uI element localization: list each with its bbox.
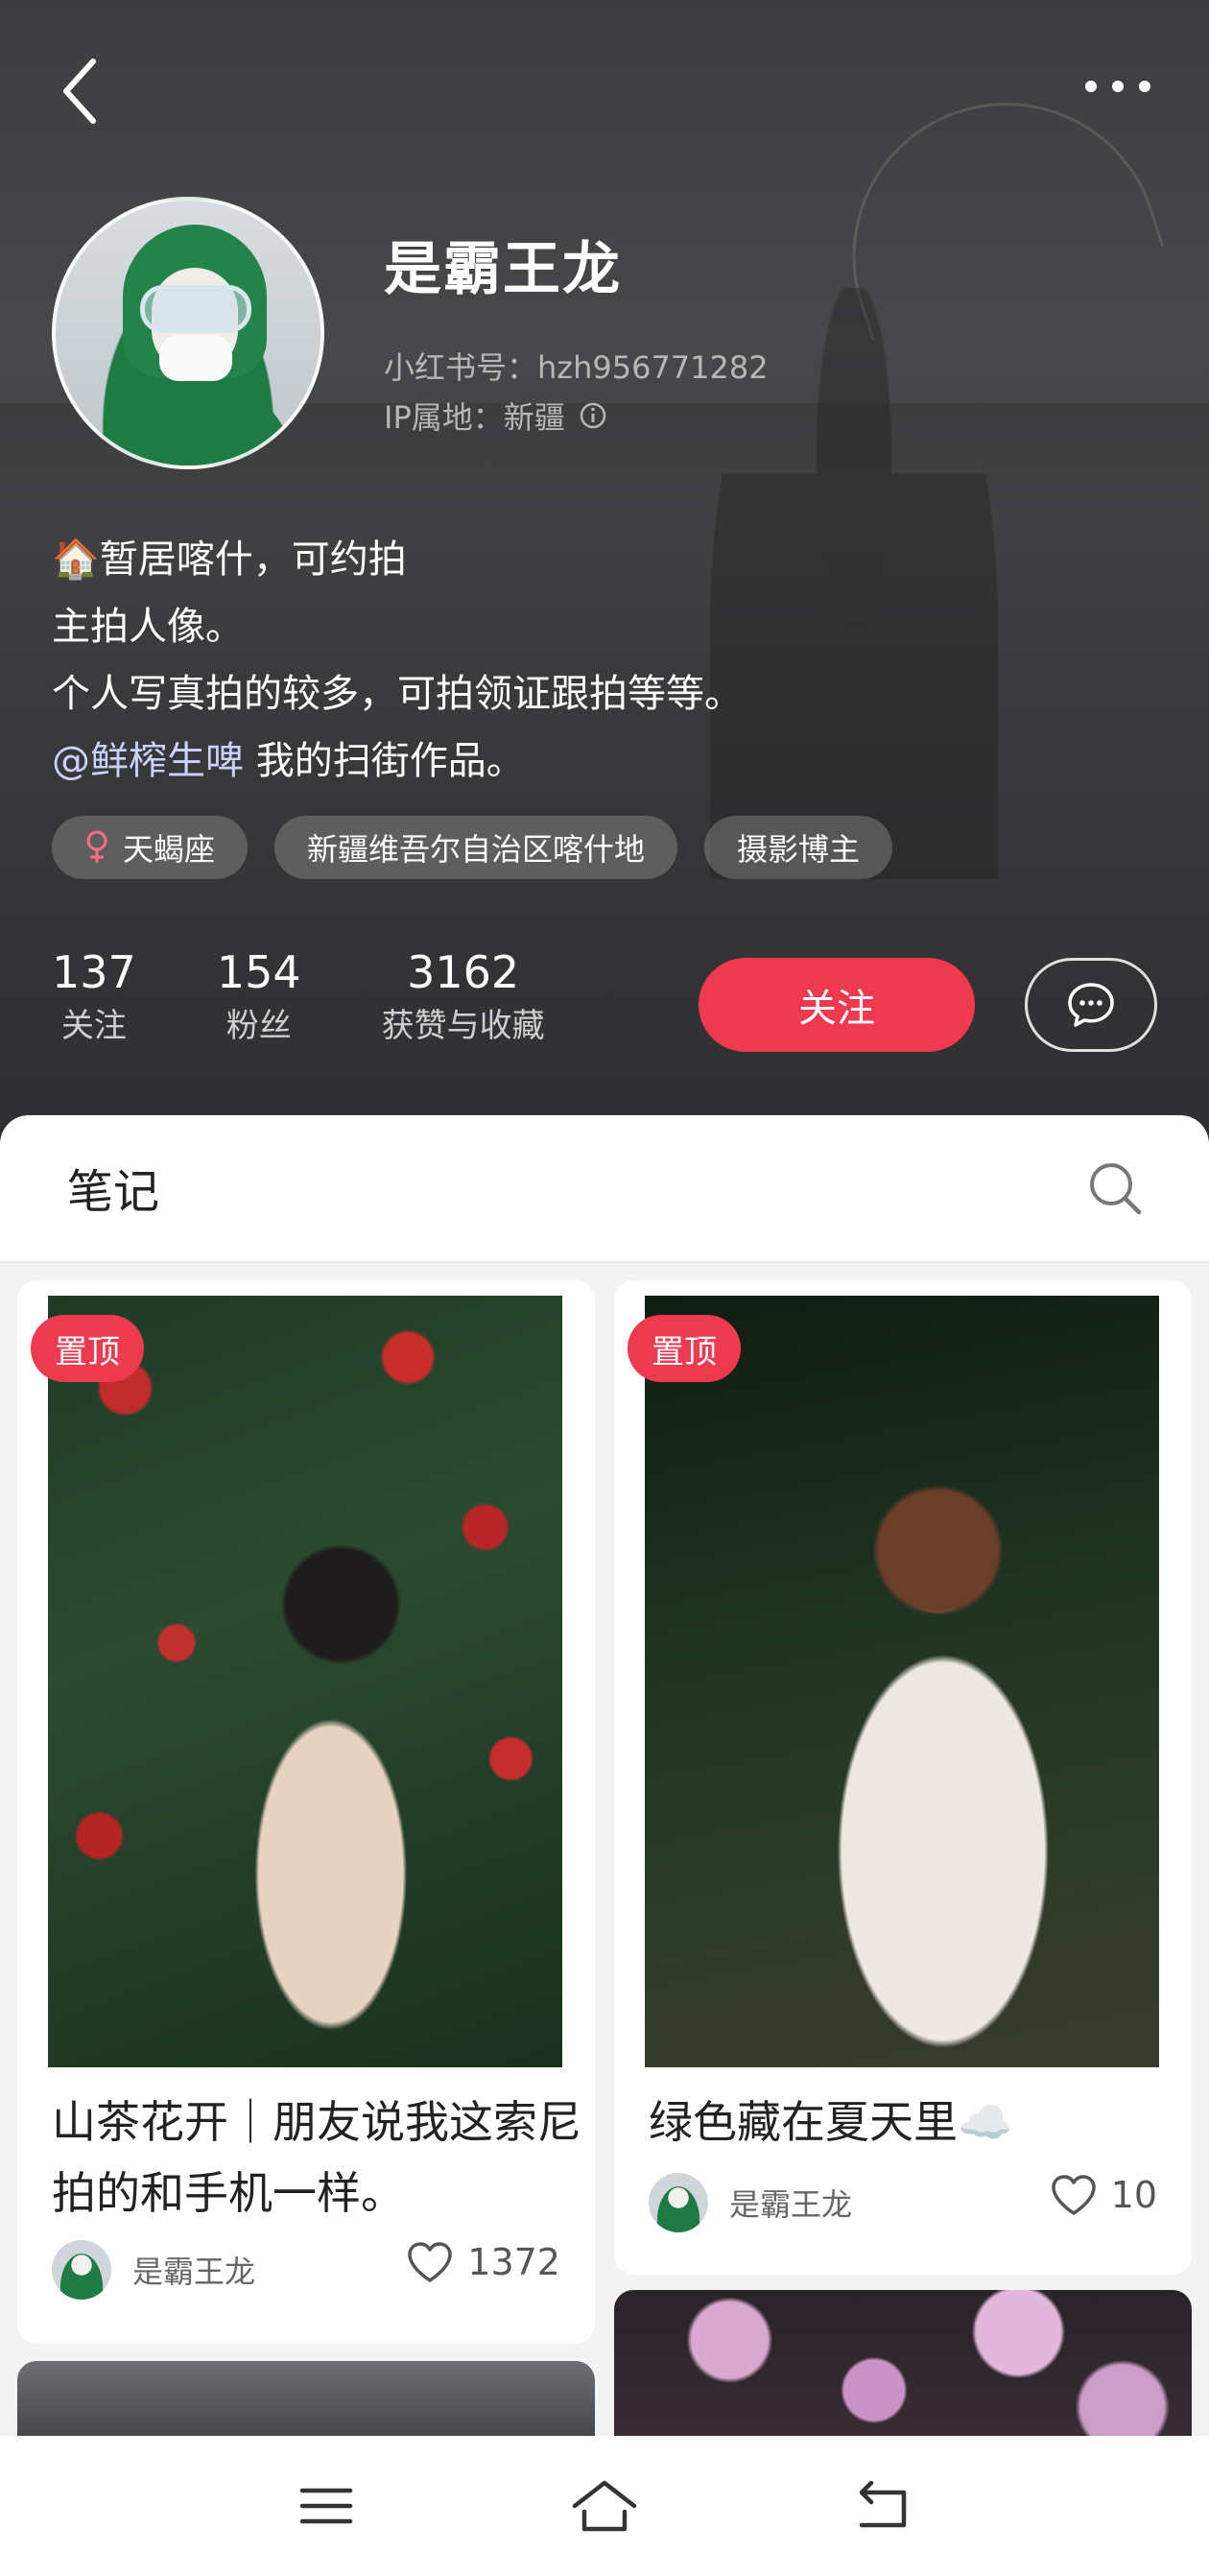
- stat-likes[interactable]: 3162 获赞与收藏: [382, 945, 545, 1053]
- pinned-badge: 置顶: [31, 1315, 144, 1382]
- notes-search-button[interactable]: [1084, 1157, 1151, 1225]
- more-horizontal-icon: [1085, 81, 1150, 92]
- heart-icon: [1051, 2175, 1096, 2215]
- note-author[interactable]: 是霸王龙: [649, 2173, 852, 2232]
- note-card[interactable]: 置顶 山茶花开｜朋友说我这索尼拍的和手机一样。 是霸王龙 1372: [17, 1280, 595, 2344]
- author-avatar: [52, 2240, 111, 2300]
- tab-notes[interactable]: 笔记: [67, 1154, 159, 1221]
- profile-name: 是霸王龙: [384, 236, 622, 303]
- profile-bio: 🏠暂居喀什，可约拍 主拍人像。 个人写真拍的较多，可拍领证跟拍等等。 @鲜榨生啤…: [52, 526, 1155, 795]
- followers-label: 粉丝: [225, 1007, 292, 1045]
- heart-icon: [408, 2242, 453, 2282]
- note-likes[interactable]: 1372: [406, 2240, 560, 2284]
- chevron-left-icon: [63, 59, 96, 124]
- notes-tab-bar: 笔记: [0, 1115, 1209, 1263]
- tag-role-label: 摄影博主: [737, 831, 861, 868]
- ip-location[interactable]: IP属地：新疆: [384, 394, 607, 438]
- message-button[interactable]: [1025, 958, 1157, 1052]
- menu-button[interactable]: [283, 2463, 369, 2549]
- profile-stats: 137 关注 154 粉丝 3162 获赞与收藏: [52, 945, 626, 1053]
- return-button[interactable]: [840, 2463, 926, 2549]
- following-count: 137: [52, 946, 136, 998]
- bio-line: 主拍人像。: [52, 605, 244, 649]
- home-icon: [572, 2480, 637, 2532]
- home-button[interactable]: [561, 2463, 648, 2549]
- bio-line: 个人写真拍的较多，可拍领证跟拍等等。: [52, 672, 743, 716]
- return-icon: [859, 2481, 907, 2528]
- tag-location[interactable]: 新疆维吾尔自治区喀什地: [274, 816, 678, 879]
- profile-header: 是霸王龙 小红书号：hzh956771282 IP属地：新疆 🏠暂居喀什，可约拍…: [0, 0, 1209, 1142]
- note-card-partial[interactable]: [614, 2290, 1192, 2457]
- xhs-id[interactable]: 小红书号：hzh956771282: [384, 344, 769, 388]
- pinned-badge: 置顶: [628, 1315, 741, 1382]
- bio-mention-link[interactable]: @鲜榨生啤: [52, 739, 244, 783]
- info-icon: [580, 402, 605, 429]
- stat-following[interactable]: 137 关注: [52, 945, 136, 1053]
- bio-line: @鲜榨生啤 我的扫街作品。: [52, 727, 1155, 795]
- avatar-body: [94, 378, 296, 465]
- author-name: 是霸王龙: [132, 2254, 256, 2290]
- search-icon: [1090, 1163, 1142, 1215]
- note-cover-image[interactable]: [48, 1296, 562, 2067]
- note-likes[interactable]: 10: [1050, 2173, 1157, 2217]
- author-avatar: [649, 2173, 708, 2232]
- chat-bubble-icon: [1068, 983, 1114, 1027]
- profile-tags: 天蝎座 新疆维吾尔自治区喀什地 摄影博主: [52, 816, 893, 879]
- back-button[interactable]: [46, 48, 113, 134]
- tag-role[interactable]: 摄影博主: [704, 816, 893, 879]
- bio-line: 🏠暂居喀什，可约拍: [52, 537, 407, 582]
- avatar-mask: [159, 335, 232, 381]
- note-title[interactable]: 绿色藏在夏天里☁️: [649, 2087, 1186, 2158]
- likes-count-label: 1372: [467, 2241, 560, 2283]
- avatar-goggle: [140, 285, 251, 333]
- more-button[interactable]: [1075, 58, 1161, 115]
- followers-count: 154: [216, 946, 301, 998]
- likes-count-label: 10: [1110, 2174, 1157, 2216]
- follow-button[interactable]: 关注: [699, 958, 975, 1052]
- tag-location-label: 新疆维吾尔自治区喀什地: [307, 831, 646, 868]
- menu-icon: [299, 2488, 353, 2524]
- tag-zodiac[interactable]: 天蝎座: [52, 816, 249, 879]
- following-label: 关注: [60, 1007, 127, 1045]
- likes-count: 3162: [407, 946, 520, 998]
- female-icon: [86, 830, 107, 863]
- ip-location-label: IP属地：新疆: [384, 399, 565, 436]
- notes-grid: 置顶 山茶花开｜朋友说我这索尼拍的和手机一样。 是霸王龙 1372 置顶 绿色藏…: [0, 1265, 1209, 2457]
- note-title[interactable]: 山茶花开｜朋友说我这索尼拍的和手机一样。: [52, 2087, 589, 2229]
- likes-label: 获赞与收藏: [381, 1007, 545, 1045]
- stat-followers[interactable]: 154 粉丝: [217, 945, 301, 1053]
- system-navigation-bar: [0, 2436, 1209, 2576]
- author-name: 是霸王龙: [729, 2186, 853, 2223]
- note-cover-image[interactable]: [645, 1296, 1159, 2067]
- bio-mention-suffix: 我的扫街作品。: [244, 739, 525, 783]
- note-card[interactable]: 置顶 绿色藏在夏天里☁️ 是霸王龙 10: [614, 1280, 1192, 2275]
- note-author[interactable]: 是霸王龙: [52, 2240, 255, 2300]
- tag-zodiac-label: 天蝎座: [123, 831, 216, 868]
- avatar[interactable]: [52, 197, 324, 469]
